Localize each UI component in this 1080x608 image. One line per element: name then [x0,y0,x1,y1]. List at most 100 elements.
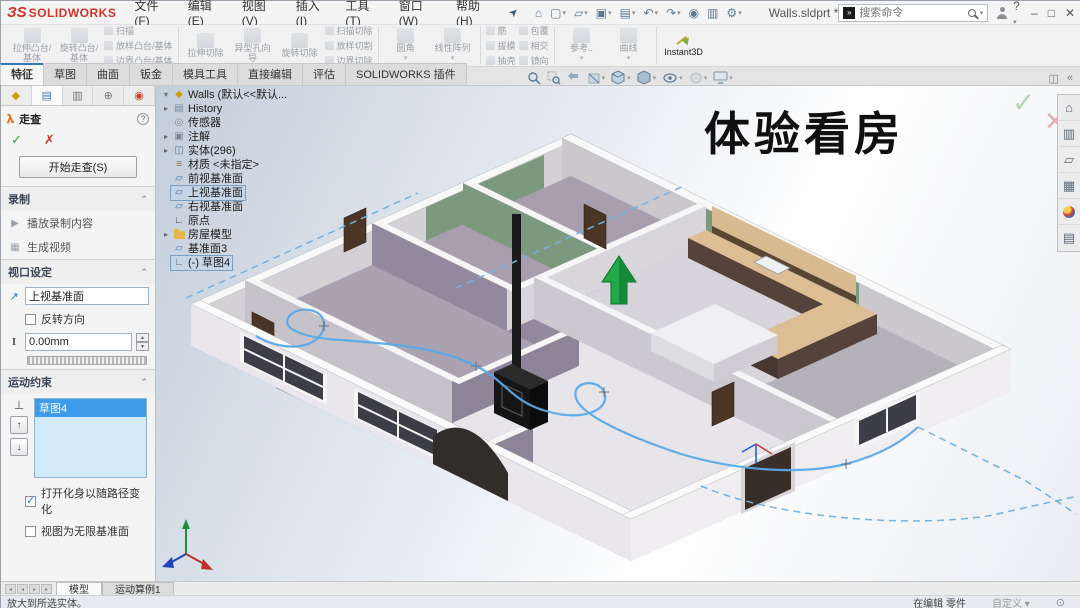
tree-item-right-plane[interactable]: ▱右视基准面 [162,200,332,214]
display-style-icon[interactable]: ▾ [637,70,657,85]
save-button[interactable]: ▣▾ [593,4,615,22]
swept-cut-button[interactable]: 扫描切除 [325,24,373,37]
tree-item-solid-bodies[interactable]: ▸◫实体(296) [162,144,332,158]
reference-geometry-button[interactable]: 参考..▾ [560,28,604,64]
tab-featuremanager-tree[interactable]: ◆ [1,86,32,105]
view-orientation-icon[interactable]: ▾ [611,70,631,85]
create-video-button[interactable]: ▦生成视频 [1,235,155,259]
reverse-direction-checkbox[interactable] [25,314,36,325]
appearances-icon[interactable] [1058,199,1080,225]
options-button[interactable]: ⚙▾ [723,4,744,22]
undo-button[interactable]: ↶▾ [640,4,661,22]
revolved-cut-button[interactable]: 旋转切除 [278,33,322,59]
help-button[interactable]: ? ▾ [1013,0,1023,27]
view-palette-icon[interactable]: ▦ [1058,173,1080,199]
restore-button[interactable]: □ [1048,6,1055,20]
pin-menu-icon[interactable]: ➤ [505,5,521,21]
lofted-cut-button[interactable]: 放样切割 [325,39,373,52]
tree-item-sensors[interactable]: ◎传感器 [162,116,332,130]
search-input[interactable] [859,7,963,19]
tree-item-history[interactable]: ▸▤History [162,102,332,116]
fillet-button[interactable]: 圆角▾ [384,28,428,64]
previous-view-icon[interactable] [567,71,581,85]
tab-sheet-metal[interactable]: 钣金 [129,63,173,85]
open-file-button[interactable]: ▱▾ [571,4,591,22]
offset-field[interactable]: 0.00mm [25,333,132,351]
tab-evaluate[interactable]: 评估 [302,63,346,85]
command-search[interactable]: » ▾ [838,4,988,22]
tab-model[interactable]: 模型 [56,582,102,595]
start-walkthrough-button[interactable]: 开始走查(S) [19,156,137,178]
tab-surfaces[interactable]: 曲面 [86,63,130,85]
new-file-button[interactable]: ▢▾ [547,4,569,22]
move-down-button[interactable]: ↓ [10,438,28,456]
zoom-to-area-icon[interactable] [547,71,561,85]
rebuild-button[interactable]: ◉ [686,4,702,22]
tree-item-front-plane[interactable]: ▱前视基准面 [162,172,332,186]
help-icon[interactable]: ? [137,113,149,125]
tree-item-plane3[interactable]: ▱基准面3 [162,242,332,256]
tree-item-house-folder[interactable]: ▸房屋模型 [162,228,332,242]
tab-configurationmanager[interactable]: ▥ [63,86,94,105]
print-button[interactable]: ▤▾ [617,4,639,22]
mirror-button[interactable]: 镜向 [519,54,549,67]
constraint-list-item[interactable]: 草图4 [35,399,146,417]
hole-wizard-button[interactable]: 异型孔向导 [231,28,275,63]
avatar-follow-checkbox[interactable] [25,496,36,507]
offset-slider[interactable] [27,356,147,365]
tab-scroll-buttons[interactable]: ◂◂▸▸ [1,584,56,595]
viewport-settings-header[interactable]: 视口设定⌃ [1,260,155,284]
instant3d-button[interactable]: Instant3D [662,33,706,58]
customize-control[interactable]: 自定义 ▾ [992,595,1030,608]
wrap-button[interactable]: 包覆 [519,24,549,37]
tab-motion-study[interactable]: 运动算例1 [102,582,174,595]
section-view-icon[interactable]: ▾ [587,71,606,85]
design-library-icon[interactable]: ▥ [1058,121,1080,147]
tree-item-annotations[interactable]: ▸▣注解 [162,130,332,144]
extruded-boss-button[interactable]: 拉伸凸台/基体 [10,28,54,63]
shell-button[interactable]: 抽壳 [486,54,516,67]
file-explorer-icon[interactable]: ▱ [1058,147,1080,173]
graphics-viewport[interactable]: ▾◆Walls (默认<<默认... ▸▤History ◎传感器 ▸▣注解 ▸… [156,86,1080,581]
zoom-to-fit-icon[interactable] [527,71,541,85]
curves-button[interactable]: 曲线▾ [607,28,651,64]
tree-item-top-plane[interactable]: ▱上视基准面 [162,186,332,200]
tab-direct-editing[interactable]: 直接编辑 [237,63,303,85]
intersect-button[interactable]: 相交 [519,39,549,52]
infinite-plane-checkbox[interactable] [25,526,36,537]
rib-button[interactable]: 筋 [486,24,516,37]
draft-button[interactable]: 拔模 [486,39,516,52]
redo-button[interactable]: ↷▾ [663,4,684,22]
extruded-cut-button[interactable]: 拉伸切除 [184,33,228,59]
tab-displaymanager[interactable]: ◉ [124,86,155,105]
ok-button[interactable]: ✓ [11,132,22,148]
move-up-button[interactable]: ↑ [10,416,28,434]
file-properties-button[interactable]: ▥ [704,4,721,22]
tab-sketch[interactable]: 草图 [43,63,87,85]
confirm-check-icon[interactable]: ✓ [1012,86,1035,119]
login-user-icon[interactable] [996,7,1005,19]
plane-field[interactable]: 上视基准面 [25,287,149,305]
constraint-listbox[interactable]: 草图4 [34,398,147,478]
revolved-boss-button[interactable]: 旋转凸台/基体 [57,28,101,63]
search-icon[interactable] [968,9,976,17]
play-recording-button[interactable]: ▶播放录制内容 [1,211,155,235]
home-button[interactable]: ⌂ [532,4,545,22]
tab-solidworks-addins[interactable]: SOLIDWORKS 插件 [345,63,467,85]
tab-propertymanager[interactable]: ▤ [32,86,63,105]
offset-stepper[interactable]: ▲▼ [136,333,149,351]
status-options-icon[interactable]: ⊙ [1056,596,1065,608]
tree-item-origin[interactable]: ∟原点 [162,214,332,228]
record-section-header[interactable]: 录制⌃ [1,187,155,211]
motion-constraints-header[interactable]: 运动约束⌃ [1,370,155,394]
collapse-ribbon-icon[interactable]: « [1067,72,1073,85]
edit-appearance-icon[interactable]: ▾ [689,71,708,85]
lofted-boss-button[interactable]: 放样凸台/基体 [104,39,173,52]
home-tab-icon[interactable]: ⌂ [1058,95,1080,121]
search-dropdown-icon[interactable]: ▾ [980,9,984,17]
minimize-button[interactable]: – [1031,6,1038,20]
tree-item-part[interactable]: ▾◆Walls (默认<<默认... [162,88,332,102]
close-button[interactable]: ✕ [1065,6,1075,20]
swept-boss-button[interactable]: 扫描 [104,24,173,37]
linear-pattern-button[interactable]: 线性阵列▾ [431,28,475,64]
